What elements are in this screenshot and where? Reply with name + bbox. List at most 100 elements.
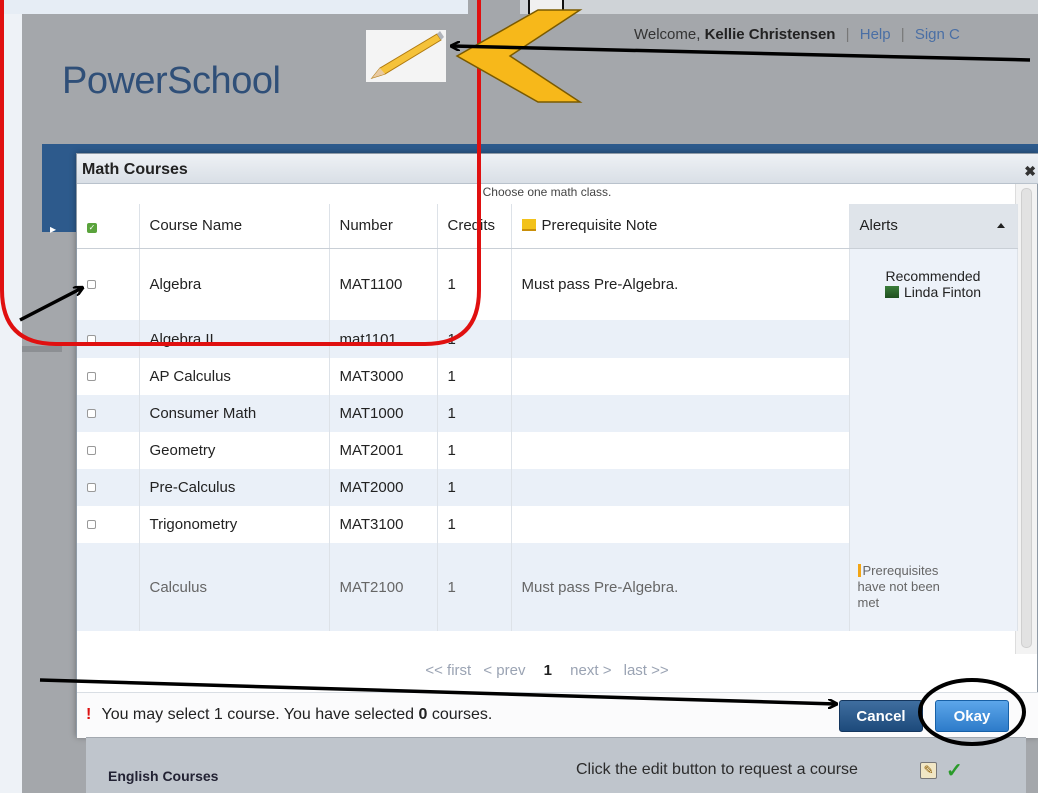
okay-button[interactable]: Okay (935, 700, 1009, 732)
separator: | (845, 26, 850, 43)
powerschool-logo: PowerSchool (62, 60, 281, 102)
row-checkbox[interactable] (87, 372, 96, 381)
rail-arrow-icon[interactable]: ▸ (50, 222, 62, 246)
column-alerts-label: Alerts (859, 217, 898, 235)
pager-prev-link[interactable]: < prev (483, 662, 525, 679)
table-row[interactable]: Consumer Math MAT1000 1 (77, 395, 1018, 432)
alert-exclamation-icon: ! (86, 706, 92, 723)
course-credits: 1 (437, 543, 512, 631)
row-checkbox[interactable] (87, 446, 96, 455)
alert-prereq-line3: met (857, 595, 880, 610)
row-checkbox[interactable] (87, 334, 96, 344)
course-credits: 1 (437, 248, 512, 320)
table-row[interactable]: Trigonometry MAT3100 1 (77, 506, 1018, 543)
scrollbar[interactable] (1015, 184, 1037, 654)
prerequisite-note (511, 469, 850, 506)
close-icon[interactable]: ✖ (1024, 163, 1036, 180)
grey-divider (22, 346, 62, 352)
column-alerts[interactable]: Alerts (849, 204, 1018, 249)
table-row-disabled: Calculus MAT2100 1 Must pass Pre-Algebra… (77, 543, 1018, 631)
left-strip (0, 0, 22, 793)
course-number: MAT2001 (329, 432, 438, 469)
alert-recommended: Recommended (885, 268, 981, 285)
alert-teacher-name: Linda Finton (903, 284, 982, 301)
alert-prereq-line2: have not been (857, 579, 940, 594)
note-icon (521, 219, 536, 232)
sign-out-link[interactable]: Sign C (915, 26, 960, 43)
prerequisite-note: Must pass Pre-Algebra. (511, 543, 850, 631)
separator: | (900, 26, 905, 43)
course-credits: 1 (437, 358, 512, 395)
selection-count: 0 (418, 706, 428, 723)
pager-first-link[interactable]: << first (425, 662, 471, 679)
prerequisite-note (511, 395, 850, 432)
row-checkbox-cell[interactable] (77, 395, 140, 432)
checkmark-icon: ✓ (946, 760, 963, 782)
edit-icon[interactable]: ✎ (920, 762, 937, 779)
pager-last-link[interactable]: last >> (624, 662, 669, 679)
selection-message-suffix: courses. (431, 706, 493, 723)
row-checkbox-cell[interactable] (77, 358, 140, 395)
row-checkbox[interactable] (87, 520, 96, 529)
user-name: Kellie Christensen (704, 26, 836, 43)
column-prerequisite-note-label: Prerequisite Note (541, 217, 658, 235)
column-course-name[interactable]: Course Name (139, 204, 330, 249)
help-link[interactable]: Help (860, 26, 891, 43)
column-number[interactable]: Number (329, 204, 438, 249)
table-header-row: ✓ Course Name Number Credits Prerequisit… (77, 204, 1018, 249)
course-credits: 1 (437, 320, 512, 358)
cancel-button[interactable]: Cancel (839, 700, 923, 732)
dialog-title: Math Courses (82, 161, 188, 178)
row-checkbox-cell[interactable] (77, 320, 140, 358)
table-row[interactable]: Geometry MAT2001 1 (77, 432, 1018, 469)
table-row[interactable]: AP Calculus MAT3000 1 (77, 358, 1018, 395)
course-credits: 1 (437, 469, 512, 506)
course-name: Trigonometry (139, 506, 330, 543)
course-name: Calculus (139, 543, 330, 631)
sort-ascending-icon[interactable] (996, 223, 1005, 228)
welcome-prefix: Welcome, (634, 26, 701, 43)
scroll-thumb[interactable] (1021, 188, 1032, 648)
row-checkbox[interactable] (87, 409, 96, 418)
prerequisite-note (511, 358, 850, 395)
course-number: MAT1100 (329, 248, 438, 320)
column-credits[interactable]: Credits (437, 204, 512, 249)
math-courses-dialog: Math Courses ✖ Choose one math class. ✓ … (76, 153, 1038, 738)
course-name: Algebra II (139, 320, 330, 358)
course-number: MAT3000 (329, 358, 438, 395)
row-checkbox[interactable] (87, 279, 96, 289)
row-checkbox[interactable] (87, 483, 96, 492)
course-number: MAT3100 (329, 506, 438, 543)
table-row[interactable]: Algebra II mat1101 1 (77, 320, 1018, 358)
column-prerequisite-note[interactable]: Prerequisite Note (511, 204, 850, 249)
select-all-checkbox[interactable]: ✓ (87, 223, 97, 234)
course-name: Algebra (139, 248, 330, 320)
prerequisite-note (511, 432, 850, 469)
row-checkbox-cell[interactable] (77, 432, 140, 469)
prerequisite-note: Must pass Pre-Algebra. (511, 248, 850, 320)
dialog-footer: ! You may select 1 course. You have sele… (77, 692, 1038, 738)
pager-current-page: 1 (543, 662, 552, 679)
prerequisite-note (511, 320, 850, 358)
alert-prereq-line1: Prerequisites (862, 563, 939, 578)
table-row[interactable]: Pre-Calculus MAT2000 1 (77, 469, 1018, 506)
row-checkbox-cell[interactable] (77, 506, 140, 543)
course-credits: 1 (437, 432, 512, 469)
pager-next-link[interactable]: next > (570, 662, 611, 679)
alert-cell (849, 469, 1018, 506)
warning-icon (857, 564, 861, 577)
top-banner-right (520, 0, 1038, 14)
course-number: MAT1000 (329, 395, 438, 432)
table-row[interactable]: Algebra MAT1100 1 Must pass Pre-Algebra.… (77, 248, 1018, 320)
select-all-header[interactable]: ✓ (77, 204, 140, 249)
alert-cell: Prerequisites have not been met (849, 543, 1018, 631)
course-number: mat1101 (329, 320, 438, 358)
row-checkbox-cell[interactable] (77, 469, 140, 506)
course-name: Consumer Math (139, 395, 330, 432)
row-checkbox-cell[interactable] (77, 248, 140, 320)
edit-hint-text: Click the edit button to request a cours… (576, 761, 858, 778)
alert-cell (849, 320, 1018, 358)
row-checkbox-cell (77, 543, 140, 631)
course-number: MAT2100 (329, 543, 438, 631)
course-name: Pre-Calculus (139, 469, 330, 506)
